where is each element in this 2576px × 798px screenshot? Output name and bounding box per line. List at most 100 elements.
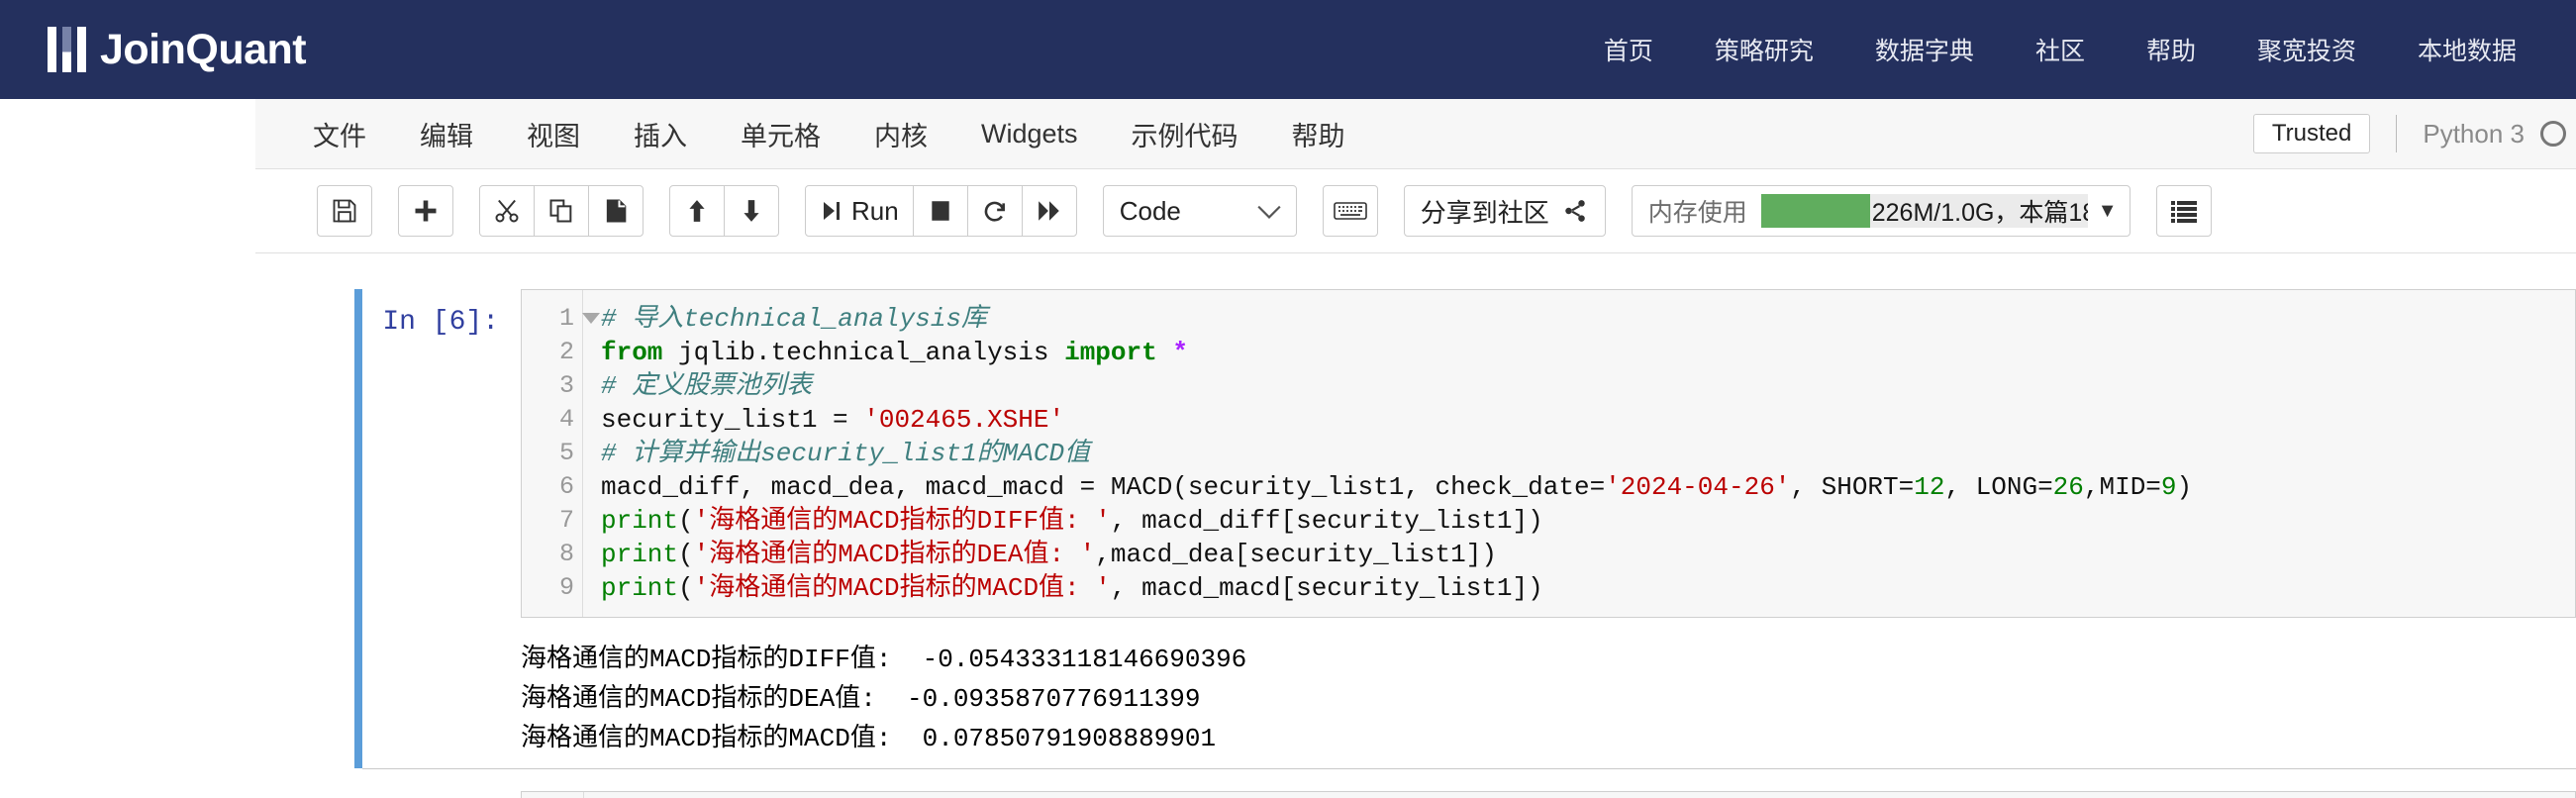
- menubar-right-group: Trusted Python 3: [2252, 99, 2576, 168]
- toolbar-group-toc: [2155, 185, 2212, 237]
- page-root: JoinQuant 首页 策略研究 数据字典 社区 帮助 聚宽投资 本地数据 文…: [0, 0, 2576, 798]
- nav-item-local-data[interactable]: 本地数据: [2418, 32, 2517, 67]
- line-number: 3: [558, 371, 574, 400]
- line-number-gutter-next: [522, 792, 584, 798]
- bar-logo-icon: [48, 27, 86, 72]
- memory-usage-bar: 226M/1.0G，本篇184.50: [1760, 194, 2088, 228]
- code-editor-next[interactable]: [521, 791, 2576, 798]
- line-number-value: 1: [558, 304, 574, 333]
- code-line: print('海格通信的MACD指标的DEA值: ',macd_dea[secu…: [601, 540, 1497, 569]
- cell-output: 海格通信的MACD指标的DIFF值: -0.054333118146690396…: [362, 634, 2576, 768]
- kernel-name-label: Python 3: [2423, 118, 2525, 149]
- notebook-cell-next[interactable]: [354, 791, 2576, 798]
- toolbar-group-clipboard: [479, 185, 644, 237]
- code-line: from jqlib.technical_analysis import *: [601, 338, 1188, 367]
- menu-item-widgets[interactable]: Widgets: [981, 119, 1078, 150]
- notebook-cell-selected[interactable]: In [6]: 1 2 3 4 5 6 7 8 9 # 导入technical_…: [354, 289, 2576, 768]
- code-line: macd_diff, macd_dea, macd_macd = MACD(se…: [601, 472, 2193, 502]
- move-cell-down-button[interactable]: [724, 185, 779, 237]
- cell-selection-bar: [354, 289, 362, 768]
- cell-bottom-divider: [362, 768, 2576, 769]
- share-to-community-button[interactable]: 分享到社区: [1403, 185, 1606, 237]
- scissors-icon: [493, 197, 521, 225]
- keyboard-icon: [1333, 199, 1367, 223]
- caret-down-icon[interactable]: ▼: [2098, 200, 2118, 223]
- nav-item-invest[interactable]: 聚宽投资: [2257, 32, 2356, 67]
- run-button-label: Run: [851, 195, 899, 226]
- move-cell-up-button[interactable]: [669, 185, 725, 237]
- restart-and-run-all-button[interactable]: [1021, 185, 1077, 237]
- table-of-contents-button[interactable]: [2155, 185, 2212, 237]
- code-line: print('海格通信的MACD指标的MACD值: ', macd_macd[s…: [601, 573, 1543, 603]
- command-palette-button[interactable]: [1322, 185, 1378, 237]
- code-editor[interactable]: 1 2 3 4 5 6 7 8 9 # 导入technical_analysis…: [521, 289, 2576, 618]
- code-line: # 计算并输出security_list1的MACD值: [601, 439, 1091, 468]
- menubar-divider: [2396, 115, 2398, 152]
- nav-item-research[interactable]: 策略研究: [1715, 32, 1814, 67]
- line-number: 6: [558, 472, 574, 501]
- save-button[interactable]: [317, 185, 372, 237]
- line-number: 2: [558, 338, 574, 366]
- memory-usage-widget[interactable]: 内存使用 226M/1.0G，本篇184.50 ▼: [1631, 185, 2130, 237]
- restart-kernel-button[interactable]: [966, 185, 1023, 237]
- arrow-down-icon: [739, 197, 764, 225]
- code-line: # 定义股票池列表: [601, 371, 813, 401]
- toolbar-group-save: [317, 185, 372, 237]
- interrupt-kernel-button[interactable]: [912, 185, 968, 237]
- output-line: 海格通信的MACD指标的MACD值: 0.07850791908889901: [521, 724, 1217, 753]
- cell-type-select[interactable]: Code: [1102, 185, 1297, 237]
- trusted-badge[interactable]: Trusted: [2252, 113, 2371, 154]
- menu-item-file[interactable]: 文件: [313, 115, 366, 153]
- copy-icon: [547, 197, 575, 225]
- cell-type-value: Code: [1119, 195, 1181, 226]
- fast-forward-icon: [1036, 198, 1063, 224]
- toolbar-group-run: Run: [805, 185, 1077, 237]
- nav-item-data-dict[interactable]: 数据字典: [1875, 32, 1974, 67]
- output-line: 海格通信的MACD指标的DIFF值: -0.054333118146690396: [521, 645, 1247, 674]
- nav-item-home[interactable]: 首页: [1604, 32, 1653, 67]
- plus-icon: [412, 197, 440, 225]
- triangle-down-icon[interactable]: [582, 313, 600, 324]
- line-number: 5: [558, 439, 574, 467]
- nav-item-help[interactable]: 帮助: [2146, 32, 2196, 67]
- paste-button[interactable]: [588, 185, 644, 237]
- memory-usage-text: 226M/1.0G，本篇184.50: [1871, 199, 2088, 227]
- floppy-disk-icon: [331, 197, 358, 225]
- run-button[interactable]: Run: [805, 185, 914, 237]
- menu-list: 文件 编辑 视图 插入 单元格 内核 Widgets 示例代码 帮助: [313, 115, 1399, 153]
- cut-button[interactable]: [479, 185, 535, 237]
- brand-name: JoinQuant: [100, 25, 307, 73]
- run-icon: [820, 198, 843, 224]
- menu-item-view[interactable]: 视图: [527, 115, 580, 153]
- line-number: 8: [558, 540, 574, 568]
- brand-logo[interactable]: JoinQuant: [48, 25, 307, 73]
- chevron-down-icon: [1256, 196, 1282, 227]
- menu-item-help[interactable]: 帮助: [1292, 115, 1345, 153]
- memory-usage-label: 内存使用: [1647, 199, 1747, 227]
- restart-circle-icon: [982, 197, 1008, 225]
- copy-button[interactable]: [534, 185, 589, 237]
- toolbar-group-insert: [398, 185, 453, 237]
- share-nodes-icon: [1561, 198, 1589, 224]
- toolbar-group-share: 分享到社区: [1403, 185, 1606, 237]
- stop-square-icon: [928, 198, 953, 224]
- memory-usage-fill: [1760, 194, 1870, 228]
- menu-item-cell[interactable]: 单元格: [741, 115, 821, 153]
- arrow-up-icon: [684, 197, 710, 225]
- cell-content: In [6]: 1 2 3 4 5 6 7 8 9 # 导入technical_…: [362, 289, 2576, 768]
- code-text[interactable]: # 导入technical_analysis库 from jqlib.techni…: [583, 290, 2575, 617]
- code-line: print('海格通信的MACD指标的DIFF值: ', macd_diff[s…: [601, 506, 1543, 536]
- toolbar-group-move: [669, 185, 779, 237]
- kernel-idle-circle-icon[interactable]: [2540, 121, 2566, 147]
- menu-item-insert[interactable]: 插入: [634, 115, 687, 153]
- code-line: security_list1 = '002465.XSHE': [601, 405, 1065, 435]
- insert-cell-button[interactable]: [398, 185, 453, 237]
- output-line: 海格通信的MACD指标的DEA值: -0.0935870776911399: [521, 684, 1201, 714]
- menu-item-examples[interactable]: 示例代码: [1132, 115, 1238, 153]
- notebook-toolbar: Run Code 分享到社区 内存使用 226M/1.0G，本篇1 ▼: [255, 169, 2576, 253]
- menu-item-kernel[interactable]: 内核: [874, 115, 928, 153]
- nav-item-community[interactable]: 社区: [2035, 32, 2085, 67]
- cell-input-prompt: In [6]:: [382, 307, 499, 338]
- menu-item-edit[interactable]: 编辑: [420, 115, 473, 153]
- notebook-body: In [6]: 1 2 3 4 5 6 7 8 9 # 导入technical_…: [255, 253, 2576, 798]
